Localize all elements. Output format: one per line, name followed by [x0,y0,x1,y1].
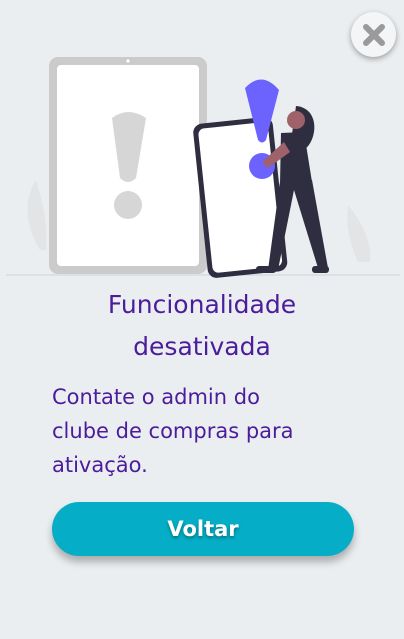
back-button[interactable]: Voltar [52,502,354,556]
message-line-2: clube de compras para [52,419,294,443]
title-line-2: desativada [133,332,271,361]
message-line-1: Contate o admin do [52,385,260,409]
warning-illustration [6,57,400,278]
back-button-label: Voltar [167,517,239,541]
title-line-1: Funcionalidade [107,290,297,319]
dialog-message: Contate o admin do clube de compras para… [52,380,362,482]
dialog-title: Funcionalidade desativada [0,284,404,368]
message-line-3: ativação. [52,453,148,477]
